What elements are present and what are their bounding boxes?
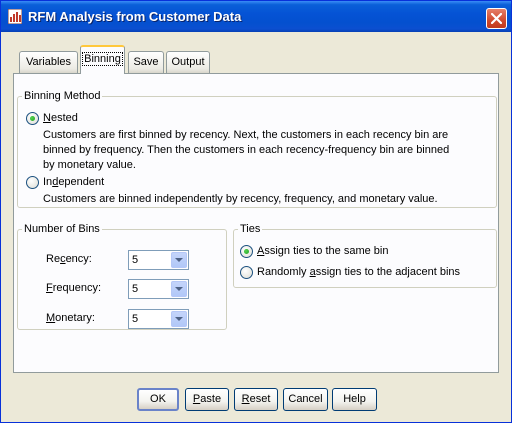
frequency-label: Frequency: xyxy=(46,282,102,294)
independent-description: Customers are binned independently by re… xyxy=(43,192,493,207)
close-button[interactable] xyxy=(486,8,507,29)
paste-button[interactable]: Paste xyxy=(185,388,229,411)
help-button[interactable]: Help xyxy=(332,388,377,411)
nested-description-line: binned by frequency. Then the customers … xyxy=(43,144,450,156)
tab-output-label: Output xyxy=(171,56,205,68)
tab-save-label: Save xyxy=(133,56,159,68)
recency-label: Recency: xyxy=(46,253,92,265)
number-of-bins-group: Number of Bins Recency: 5 Frequency: 5 M… xyxy=(17,223,227,330)
ok-button[interactable]: OK xyxy=(137,388,179,411)
frequency-value: 5 xyxy=(132,283,139,295)
monetary-select[interactable]: 5 xyxy=(128,309,189,329)
independent-description-line: Customers are binned independently by re… xyxy=(43,193,438,205)
tab-save[interactable]: Save xyxy=(128,51,164,73)
spss-chart-icon xyxy=(7,8,23,25)
same-bin-radio[interactable] xyxy=(240,245,253,258)
monetary-value: 5 xyxy=(132,313,139,325)
tab-output[interactable]: Output xyxy=(166,51,210,73)
ties-group: Ties Assign ties to the same bin Randoml… xyxy=(233,223,497,288)
dialog-window: RFM Analysis from Customer Data Variable… xyxy=(0,0,512,423)
frequency-dropdown-button[interactable] xyxy=(171,281,187,297)
nested-radio[interactable] xyxy=(26,112,39,125)
binning-tab-panel: Binning Method Nested Customers are firs… xyxy=(13,73,499,373)
binning-method-legend: Binning Method xyxy=(22,90,103,102)
cancel-button[interactable]: Cancel xyxy=(283,388,328,411)
chevron-down-icon xyxy=(175,258,183,262)
reset-button[interactable]: Reset xyxy=(234,388,278,411)
number-of-bins-legend: Number of Bins xyxy=(22,223,102,235)
adjacent-bin-label[interactable]: Randomly assign ties to the adjacent bin… xyxy=(257,266,460,278)
independent-radio[interactable] xyxy=(26,176,39,189)
nested-description-line: Customers are first binned by recency. N… xyxy=(43,129,449,141)
window-title: RFM Analysis from Customer Data xyxy=(28,9,242,24)
title-bar[interactable]: RFM Analysis from Customer Data xyxy=(1,1,511,32)
frequency-select[interactable]: 5 xyxy=(128,279,189,299)
adjacent-bin-radio[interactable] xyxy=(240,266,253,279)
tab-variables[interactable]: Variables xyxy=(19,51,78,73)
binning-method-group: Binning Method Nested Customers are firs… xyxy=(17,90,497,208)
nested-label[interactable]: Nested xyxy=(43,112,78,124)
monetary-label: Monetary: xyxy=(46,312,95,324)
recency-dropdown-button[interactable] xyxy=(171,252,187,268)
tab-binning-label: Binning xyxy=(82,52,123,66)
chevron-down-icon xyxy=(175,287,183,291)
nested-description-line: by monetary value. xyxy=(43,159,136,171)
close-icon xyxy=(491,13,502,24)
nested-description: Customers are first binned by recency. N… xyxy=(43,128,493,173)
tab-variables-label: Variables xyxy=(25,56,72,68)
independent-label[interactable]: Independent xyxy=(43,176,104,188)
ties-legend: Ties xyxy=(238,223,263,235)
recency-select[interactable]: 5 xyxy=(128,250,189,270)
recency-value: 5 xyxy=(132,254,139,266)
monetary-dropdown-button[interactable] xyxy=(171,311,187,327)
chevron-down-icon xyxy=(175,317,183,321)
same-bin-label[interactable]: Assign ties to the same bin xyxy=(257,245,388,257)
tab-binning[interactable]: Binning xyxy=(80,45,125,74)
